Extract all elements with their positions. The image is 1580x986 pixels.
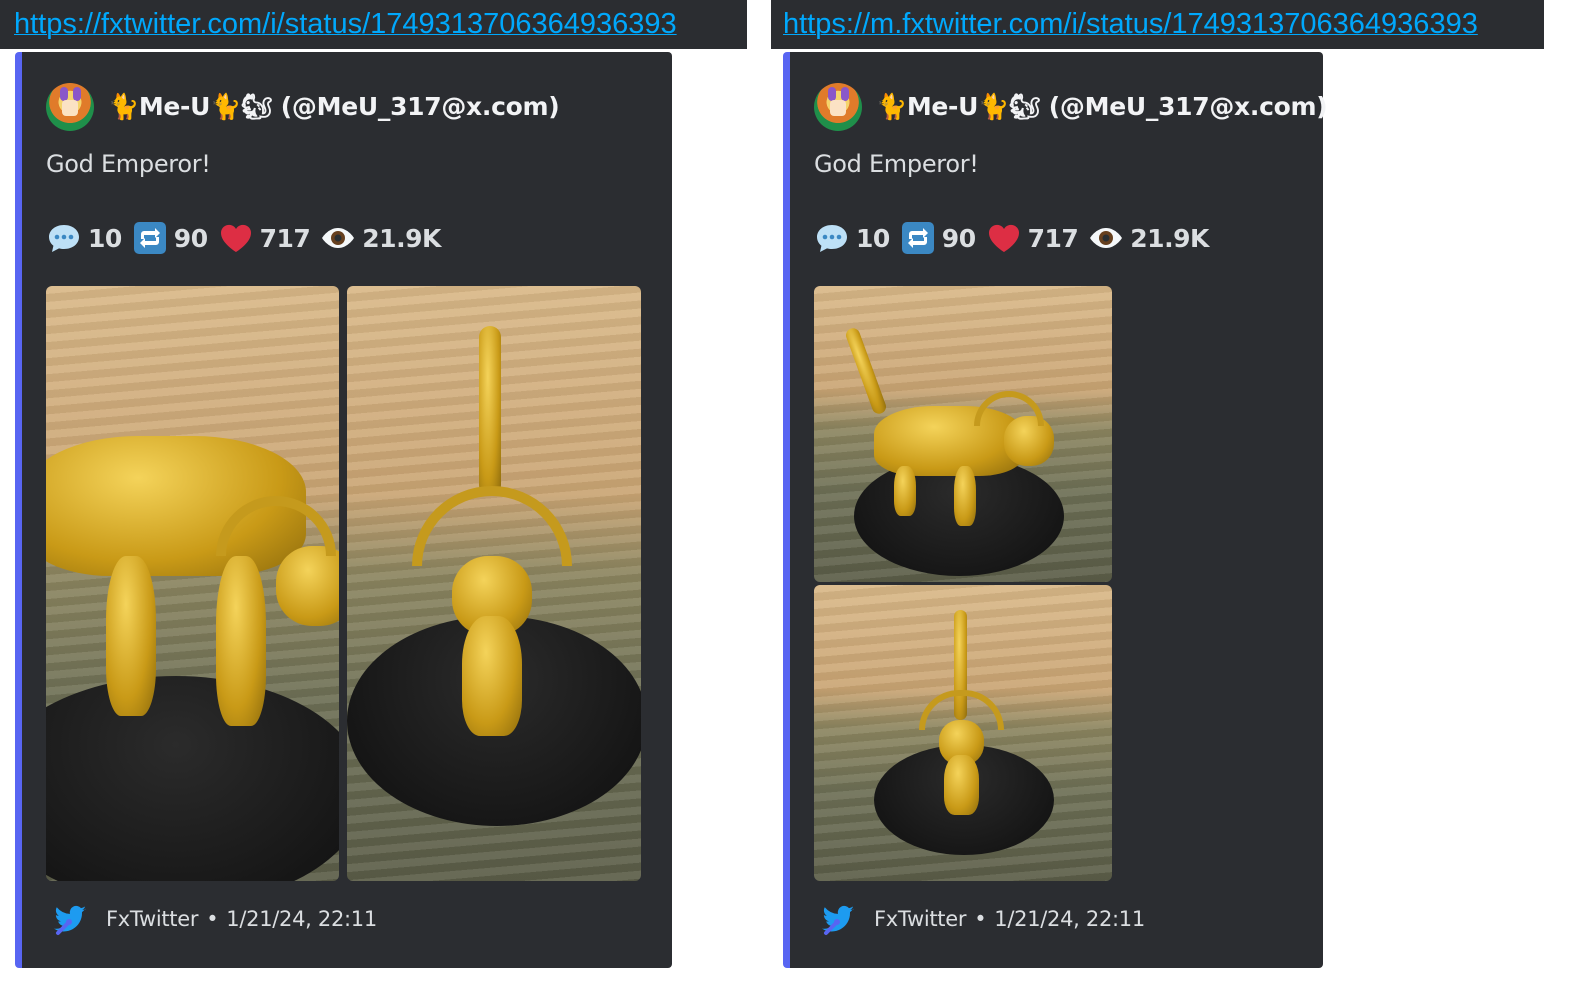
footer-provider: FxTwitter (874, 907, 967, 931)
heart-icon (218, 220, 254, 256)
views-stat: 21.9K (1088, 220, 1209, 256)
fxtwitter-bird-icon (818, 899, 858, 939)
footer-timestamp: 1/21/24, 22:11 (226, 907, 377, 931)
heart-icon (986, 220, 1022, 256)
replies-stat: 10 (46, 220, 122, 256)
likes-count: 717 (259, 223, 311, 253)
tweet-stats: 10 90 717 21.9K (814, 218, 1219, 258)
eye-icon (320, 220, 356, 256)
tweet-photo-2[interactable] (347, 286, 641, 881)
likes-count: 717 (1027, 223, 1079, 253)
retweets-count: 90 (173, 223, 208, 253)
tweet-photo-1[interactable] (46, 286, 339, 881)
embed-link-m-fxtwitter[interactable]: https://m.fxtwitter.com/i/status/1749313… (771, 0, 1544, 49)
retweet-icon (132, 220, 168, 256)
embed-author[interactable]: 🐈Me-U🐈🐿 (@MeU_317@x.com) (814, 82, 1328, 132)
replies-count: 10 (88, 223, 122, 253)
embed-footer: FxTwitter • 1/21/24, 22:11 (818, 899, 1145, 939)
replies-stat: 10 (814, 220, 890, 256)
fxtwitter-bird-icon (50, 899, 90, 939)
footer-provider: FxTwitter (106, 907, 199, 931)
footer-separator: • (206, 907, 219, 931)
speech-bubble-icon (46, 220, 82, 256)
author-name[interactable]: 🐈Me-U🐈🐿 (@MeU_317@x.com) (108, 92, 560, 122)
tweet-photo-1[interactable] (814, 286, 1112, 582)
embed-link-fxtwitter[interactable]: https://fxtwitter.com/i/status/174931370… (0, 0, 747, 49)
tweet-embed-m-fxtwitter: 🐈Me-U🐈🐿 (@MeU_317@x.com) God Emperor! 10… (783, 52, 1328, 968)
embed-author[interactable]: 🐈Me-U🐈🐿 (@MeU_317@x.com) (46, 82, 560, 132)
footer-separator: • (974, 907, 987, 931)
tweet-stats: 10 90 717 21.9K (46, 218, 451, 258)
author-avatar[interactable] (46, 83, 94, 131)
embed-footer: FxTwitter • 1/21/24, 22:11 (50, 899, 377, 939)
author-avatar[interactable] (814, 83, 862, 131)
retweet-icon (900, 220, 936, 256)
tweet-photo-2[interactable] (814, 585, 1112, 881)
author-name[interactable]: 🐈Me-U🐈🐿 (@MeU_317@x.com) (876, 92, 1328, 122)
retweets-stat: 90 (132, 220, 208, 256)
replies-count: 10 (856, 223, 890, 253)
retweets-stat: 90 (900, 220, 976, 256)
eye-icon (1088, 220, 1124, 256)
tweet-embed-fxtwitter: 🐈Me-U🐈🐿 (@MeU_317@x.com) God Emperor! 10… (15, 52, 672, 968)
views-count: 21.9K (1130, 223, 1209, 253)
views-stat: 21.9K (320, 220, 441, 256)
speech-bubble-icon (814, 220, 850, 256)
tweet-text: God Emperor! (46, 150, 211, 178)
tweet-text: God Emperor! (814, 150, 979, 178)
retweets-count: 90 (941, 223, 976, 253)
likes-stat: 717 (986, 220, 1079, 256)
footer-timestamp: 1/21/24, 22:11 (994, 907, 1145, 931)
likes-stat: 717 (218, 220, 311, 256)
views-count: 21.9K (362, 223, 441, 253)
